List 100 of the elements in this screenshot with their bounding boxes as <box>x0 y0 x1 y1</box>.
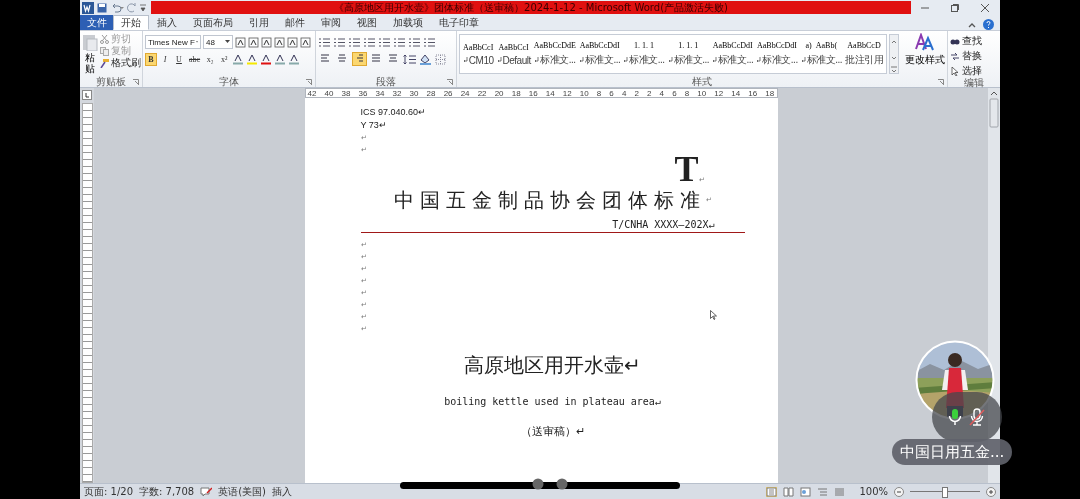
document-text: ICS 97.040.60↵ <box>360 107 427 117</box>
group-label: 剪贴板 <box>96 76 126 87</box>
home-indicator[interactable] <box>400 482 680 489</box>
ruler-number: 26 <box>443 88 453 98</box>
borders-icon[interactable] <box>434 53 447 65</box>
file-tab[interactable]: 文件 <box>80 15 113 30</box>
style-item[interactable]: AaBbCcDdI 标准文... <box>577 35 622 73</box>
format-button[interactable]: abc <box>187 52 203 66</box>
ruler-number: 42 <box>307 88 317 98</box>
page-count[interactable]: 页面: 1/20 <box>84 485 133 498</box>
dialog-launcher-icon[interactable] <box>305 79 312 85</box>
close-icon[interactable] <box>980 2 990 13</box>
ribbon-tab[interactable]: 开始 <box>113 15 149 30</box>
font-size-field[interactable]: 48 <box>203 35 233 49</box>
word-count[interactable]: 字数: 7,708 <box>139 485 195 498</box>
ruler-number: 28 <box>426 88 436 98</box>
editing-button[interactable]: 查找 <box>950 35 998 47</box>
insert-mode[interactable]: 插入 <box>272 485 292 498</box>
group-label: 编辑 <box>964 77 984 88</box>
zoom-slider-thumb[interactable] <box>942 487 948 498</box>
group-label: 字体 <box>218 76 239 87</box>
style-item[interactable]: AaBbCcDdE 标准文... <box>532 35 577 73</box>
ruler-number: 12 <box>714 88 724 98</box>
zoom-in-icon[interactable] <box>986 486 996 497</box>
vertical-scrollbar[interactable] <box>989 89 999 129</box>
help-icon[interactable] <box>983 19 994 30</box>
font-color-icon[interactable] <box>260 53 273 65</box>
style-item[interactable]: AaBbCcDdI 标准文... <box>755 35 799 73</box>
proofing-icon[interactable] <box>200 486 213 497</box>
style-item[interactable]: a) AaBb( 标准文... <box>799 35 843 73</box>
font-name-field[interactable]: Times New F <box>145 35 201 49</box>
save-icon[interactable] <box>97 2 107 13</box>
paragraph-style-icon <box>800 57 806 63</box>
format-button[interactable]: B <box>145 52 157 66</box>
ribbon-tab[interactable]: 页面布局 <box>185 15 241 30</box>
microphone-icon[interactable] <box>948 408 962 426</box>
style-item[interactable]: 1. 1. 1 标准文... <box>666 35 710 73</box>
ribbon-tab[interactable]: 视图 <box>349 15 385 30</box>
ribbon-tab[interactable]: 加载项 <box>385 15 431 30</box>
format-painter-button[interactable]: 格式刷 <box>100 57 141 69</box>
ribbon-tab[interactable]: 引用 <box>241 15 277 30</box>
ruler-number: 8 <box>596 88 602 98</box>
ruler-number: 8 <box>684 88 690 98</box>
editing-button[interactable]: 选择 <box>950 65 998 77</box>
line-spacing-icon[interactable] <box>402 53 417 65</box>
style-item[interactable]: AaBbCcI CM10 <box>461 35 495 73</box>
dialog-launcher-icon[interactable] <box>446 79 453 85</box>
format-button[interactable]: U <box>173 52 185 66</box>
paste-button[interactable]: 粘贴 <box>82 33 98 74</box>
paragraph-style-icon <box>462 57 468 63</box>
reading-view-icon[interactable] <box>783 486 795 497</box>
ruler-number: 14 <box>545 88 555 98</box>
align-lines-icon <box>370 54 382 64</box>
align-lines-icon <box>319 54 331 64</box>
ruler-number: 34 <box>375 88 385 98</box>
ruler-number: 6 <box>672 88 677 98</box>
numbering-icon[interactable] <box>332 36 346 48</box>
format-button[interactable]: I <box>159 52 171 66</box>
ruler-number: 30 <box>409 88 419 98</box>
ruler-number: 36 <box>358 88 368 98</box>
tab-selector-icon[interactable] <box>82 90 92 100</box>
bullets-icon[interactable] <box>317 36 331 48</box>
muted-microphone-icon[interactable] <box>968 408 986 426</box>
align-lines-icon <box>387 54 399 64</box>
ruler-number: 16 <box>748 88 758 98</box>
style-item[interactable]: AaBbCcI Default <box>495 35 532 73</box>
paragraph-style-icon <box>578 57 584 63</box>
gallery-scrollbar[interactable] <box>889 34 899 74</box>
dialog-launcher-icon[interactable] <box>938 79 944 85</box>
web-layout-icon[interactable] <box>800 486 812 497</box>
paragraph-style-icon <box>496 57 502 63</box>
caller-name: 中国日用五金... <box>892 439 1013 465</box>
ribbon-tab[interactable]: 电子印章 <box>431 15 487 30</box>
shading-icon[interactable] <box>418 53 433 65</box>
undo-icon[interactable] <box>110 2 124 13</box>
language-indicator[interactable]: 英语(美国) <box>218 485 266 498</box>
ruler-number: 18 <box>511 88 521 98</box>
ruler-number: 2 <box>647 88 652 98</box>
change-styles-button[interactable]: 更改样式 <box>901 33 945 76</box>
align-button[interactable] <box>351 52 367 66</box>
zoom-level[interactable]: 100% <box>859 485 888 498</box>
customize-toolbar-icon[interactable] <box>140 2 146 13</box>
restore-icon[interactable] <box>950 2 960 13</box>
zoom-out-icon[interactable] <box>894 486 904 497</box>
format-button[interactable]: x₂ <box>204 52 217 66</box>
editing-button[interactable]: 替换 <box>950 50 998 62</box>
dialog-launcher-icon[interactable] <box>133 79 139 85</box>
dropdown-arrow-icon[interactable] <box>225 40 230 44</box>
style-item[interactable]: 1. 1. 1 标准文... <box>622 35 666 73</box>
style-item[interactable]: AaBbCcDdI 标准文... <box>711 35 755 73</box>
format-button[interactable]: x² <box>218 52 231 66</box>
ruler-number: 32 <box>392 88 402 98</box>
ruler-number: 24 <box>460 88 470 98</box>
ribbon-tab[interactable]: 插入 <box>149 15 185 30</box>
ribbon-tab[interactable]: 邮件 <box>277 15 313 30</box>
style-item[interactable]: AaBbCcD 批注引用 <box>844 35 884 73</box>
print-layout-icon[interactable] <box>766 486 778 497</box>
word-logo-icon[interactable] <box>82 1 94 14</box>
ribbon-tab[interactable]: 审阅 <box>313 15 349 30</box>
highlight-icon[interactable] <box>246 53 259 65</box>
